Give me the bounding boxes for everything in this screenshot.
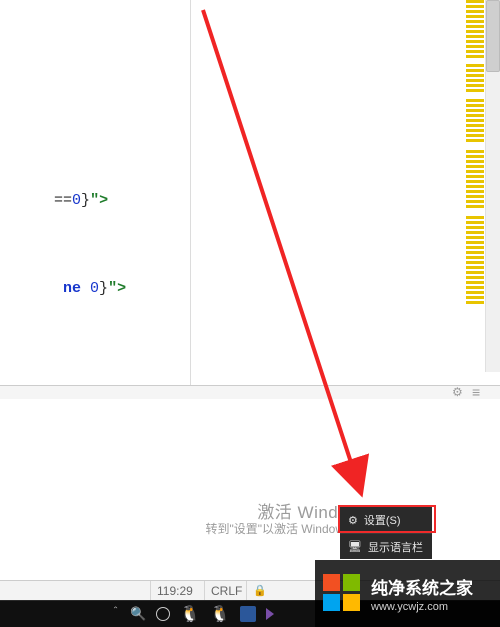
- ime-menu-langbar[interactable]: 🖥 显示语言栏: [340, 533, 432, 559]
- site-title: 纯净系统之家: [371, 574, 473, 599]
- status-lock-icon[interactable]: 🔒: [246, 581, 273, 601]
- taskbar-qq2-icon[interactable]: 🐧: [210, 604, 230, 624]
- code-editor[interactable]: ==0}"> ne 0}">: [0, 0, 500, 385]
- tray-overflow-chevron-icon[interactable]: ＾: [110, 605, 121, 621]
- windows-logo-icon: [323, 574, 363, 614]
- taskbar-user-icon[interactable]: [156, 607, 170, 621]
- lock-icon: 🔒: [253, 581, 267, 601]
- status-caret-position[interactable]: 119:29: [150, 581, 199, 601]
- panel-header: [0, 385, 500, 400]
- ime-langbar-label: 显示语言栏: [368, 539, 423, 555]
- taskbar-vs-icon[interactable]: [266, 608, 274, 620]
- annotation-highlight-box: [338, 505, 436, 533]
- site-url: www.ycwjz.com: [371, 601, 473, 613]
- code-fragment-1: ==0}">: [0, 168, 108, 234]
- taskbar-search-icon[interactable]: 🔍: [130, 606, 146, 622]
- status-line-ending[interactable]: CRLF: [204, 581, 248, 601]
- vertical-scrollbar-thumb[interactable]: [486, 0, 500, 72]
- monitor-icon: 🖥: [348, 540, 362, 553]
- taskbar-word-icon[interactable]: [240, 606, 256, 622]
- editor-splitter[interactable]: [190, 0, 191, 385]
- activate-windows-subtitle: 转到"设置"以激活 Windows: [205, 520, 350, 537]
- panel-gear-icon[interactable]: ⚙: [452, 386, 466, 398]
- taskbar-qq-icon[interactable]: 🐧: [180, 604, 200, 624]
- code-fragment-2: ne 0}">: [0, 256, 126, 322]
- minimap[interactable]: [466, 0, 484, 372]
- panel-menu-icon[interactable]: ≡: [472, 386, 490, 398]
- site-watermark: 纯净系统之家 www.ycwjz.com: [315, 560, 500, 627]
